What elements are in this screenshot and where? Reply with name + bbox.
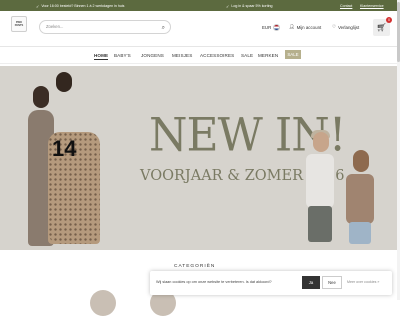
hero-banner[interactable]: 14 NEW IN! VOORJAAR & ZOMER 2026: [0, 66, 400, 250]
cookie-decline-button[interactable]: Nee: [322, 276, 342, 289]
customer-service-link[interactable]: Klantenservice: [360, 4, 384, 8]
wishlist-label: Verlanglijst: [337, 24, 360, 30]
shirt-number: 14: [52, 136, 77, 161]
wishlist-link[interactable]: ♡ Verlanglijst: [332, 24, 359, 30]
usp-delivery-text: Voor 16:00 besteld? Binnen 1 à 2 werkdag…: [41, 4, 125, 8]
cart-icon: 🛒︎: [376, 23, 387, 32]
top-usp-bar: ✓ Voor 16:00 besteld? Binnen 1 à 2 werkd…: [0, 0, 400, 11]
category-thumbnail[interactable]: [90, 290, 116, 316]
nav-babys[interactable]: BABY'S: [114, 53, 131, 58]
cart-button[interactable]: 🛒︎ 0: [373, 17, 392, 36]
cookie-banner: Wij slaan cookies op om onze website te …: [150, 271, 392, 295]
search-icon[interactable]: ⌕: [162, 22, 165, 34]
currency-label: EUR: [262, 25, 272, 30]
sale-button[interactable]: SALE: [285, 50, 301, 59]
usp-discount: ✓ Log in & spaar 5% korting: [226, 4, 273, 9]
cookie-text: Wij slaan cookies op om onze website te …: [156, 280, 272, 284]
usp-discount-text: Log in & spaar 5% korting: [231, 4, 273, 8]
cart-count-badge: 0: [386, 17, 392, 23]
netherlands-flag-icon: [273, 24, 281, 31]
nav-meisjes[interactable]: MEISJES: [172, 53, 192, 58]
nav-accessoires[interactable]: ACCESSOIRES: [200, 53, 234, 58]
logo-text: PINK PANTS: [14, 21, 24, 27]
main-navigation: HOME BABY'S JONGENS MEISJES ACCESSOIRES …: [0, 48, 400, 64]
currency-selector[interactable]: EUR: [262, 24, 281, 31]
user-icon: 👤︎: [289, 24, 295, 29]
small-girl-figure: [346, 174, 374, 224]
search-input[interactable]: Zoeken... ⌕: [39, 20, 171, 34]
boy-figure: [306, 154, 334, 208]
nav-jongens[interactable]: JONGENS: [141, 53, 164, 58]
check-icon: ✓: [226, 3, 230, 9]
nav-home[interactable]: HOME: [94, 53, 109, 60]
boy-figure-head: [313, 132, 329, 152]
hero-title: NEW IN!: [149, 108, 346, 163]
nav-merken[interactable]: MERKEN: [258, 53, 278, 58]
site-logo[interactable]: PINK PANTS: [11, 16, 27, 32]
small-girl-head: [353, 150, 369, 172]
small-girl-jeans: [349, 222, 371, 244]
child-figure-head: [56, 72, 72, 92]
categories-title: CATEGORIËN: [174, 264, 216, 269]
cookie-accept-button[interactable]: Ja: [302, 276, 320, 289]
cookie-more-link[interactable]: Meer over cookies »: [347, 280, 379, 284]
account-label: Mijn account: [296, 24, 322, 30]
check-icon: ✓: [36, 3, 40, 9]
account-link[interactable]: 👤︎ Mijn account: [289, 24, 321, 30]
search-placeholder: Zoeken...: [46, 24, 64, 29]
contact-link[interactable]: Contact: [340, 4, 352, 8]
usp-delivery: ✓ Voor 16:00 besteld? Binnen 1 à 2 werkd…: [36, 4, 124, 9]
heart-icon: ♡: [332, 24, 336, 29]
boy-shorts: [308, 206, 332, 242]
nav-sale[interactable]: SALE: [241, 53, 253, 58]
girl-figure-head: [33, 86, 49, 108]
